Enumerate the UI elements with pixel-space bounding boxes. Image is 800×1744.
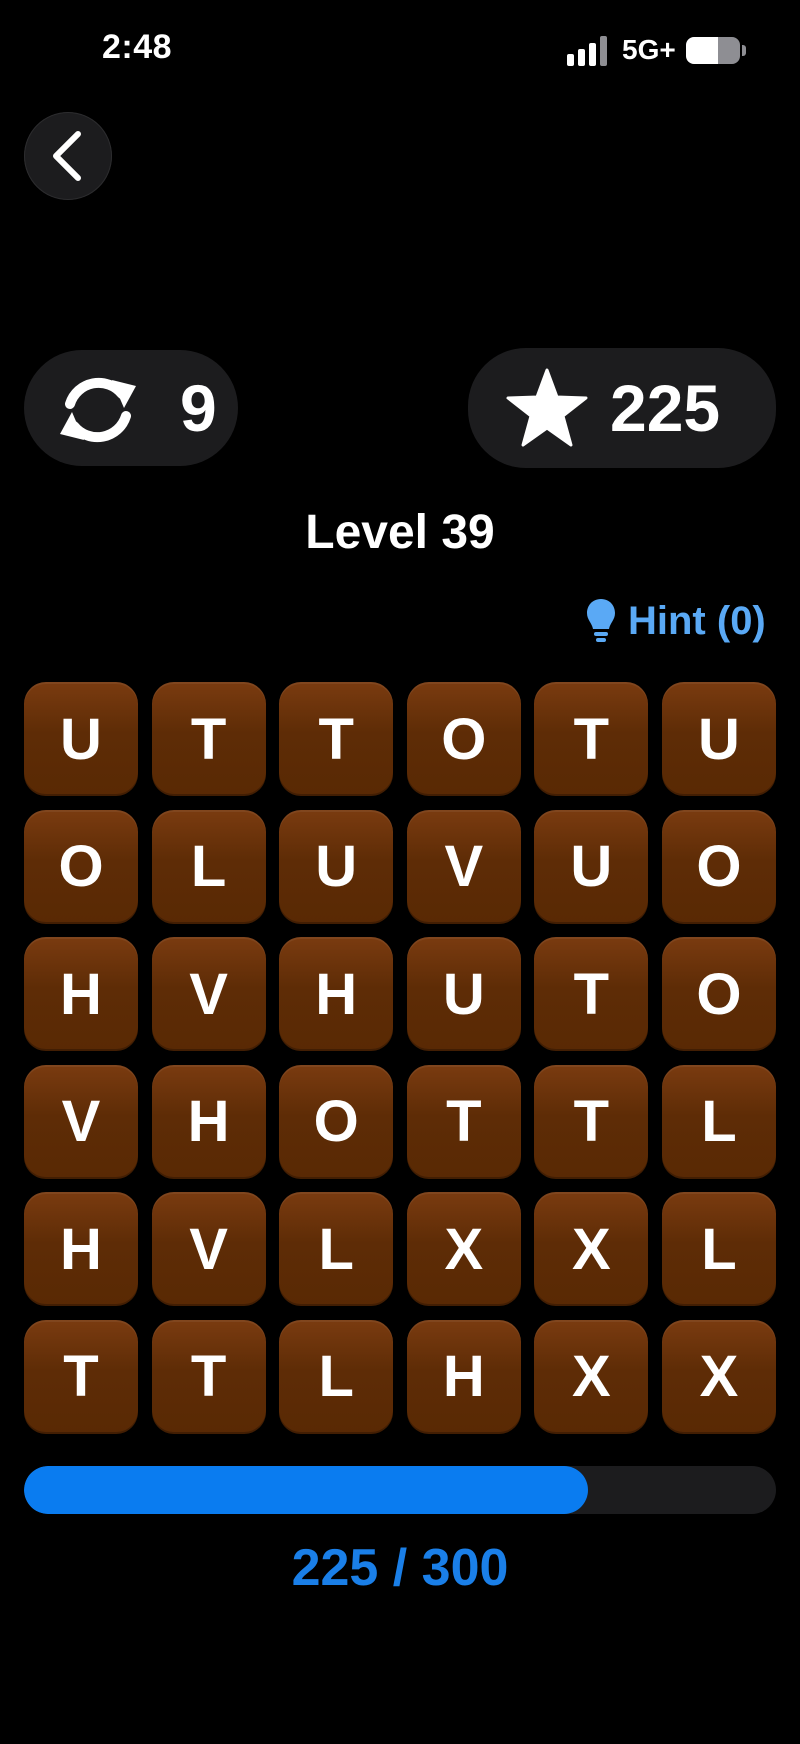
battery-cap	[742, 45, 746, 56]
lightbulb-icon	[587, 599, 615, 642]
hint-button[interactable]: Hint (0)	[586, 598, 766, 644]
letter-tile[interactable]: O	[661, 809, 776, 924]
letter-tile[interactable]: V	[406, 809, 521, 924]
letter-tile[interactable]: T	[534, 937, 649, 1052]
signal-icon	[567, 36, 609, 66]
letter-tile[interactable]: H	[406, 1319, 521, 1434]
letter-tile[interactable]: L	[279, 1319, 394, 1434]
letter-tile[interactable]: T	[279, 682, 394, 796]
star-icon	[506, 368, 588, 447]
letter-tile[interactable]: X	[534, 1319, 649, 1434]
letter-tile[interactable]: H	[24, 1192, 138, 1307]
progress-bar	[24, 1466, 776, 1514]
letter-tile[interactable]: X	[534, 1192, 649, 1307]
letter-tile[interactable]: U	[406, 937, 521, 1052]
letter-tile[interactable]: V	[151, 1192, 266, 1307]
progress-fill	[24, 1466, 588, 1514]
letter-tile[interactable]: X	[406, 1192, 521, 1307]
letter-tile[interactable]: U	[661, 682, 776, 796]
network-label: 5G+	[622, 34, 676, 65]
letter-tile[interactable]: U	[279, 809, 394, 924]
level-title: Level 39	[305, 506, 495, 559]
battery-icon	[686, 37, 740, 64]
status-bar: 2:48 5G+	[0, 0, 800, 100]
letter-tile[interactable]: T	[24, 1319, 138, 1434]
moves-value: 9	[180, 371, 217, 445]
letter-tile[interactable]: H	[151, 1064, 266, 1179]
hint-label: Hint (0)	[628, 598, 766, 643]
letter-tile[interactable]: O	[406, 682, 521, 796]
letter-tile[interactable]: U	[24, 682, 138, 796]
letter-tile[interactable]: U	[534, 809, 649, 924]
letter-tile[interactable]: T	[534, 1064, 649, 1179]
letter-tile[interactable]: V	[24, 1064, 138, 1179]
moves-counter: 9	[24, 350, 238, 466]
letter-tile[interactable]: X	[661, 1319, 776, 1434]
letter-grid: UTTOTUOLUVUOHVHUTOVHOTTLHVLXXLTTLHXX	[24, 682, 776, 1434]
letter-tile[interactable]: T	[151, 1319, 266, 1434]
letter-tile[interactable]: O	[24, 809, 138, 924]
letter-tile[interactable]: L	[661, 1192, 776, 1307]
letter-tile[interactable]: H	[279, 937, 394, 1052]
letter-tile[interactable]: L	[151, 809, 266, 924]
status-time: 2:48	[102, 28, 173, 66]
letter-tile[interactable]: H	[24, 937, 138, 1052]
back-button[interactable]	[24, 112, 112, 200]
score-counter: 225	[468, 348, 776, 468]
letter-tile[interactable]: L	[279, 1192, 394, 1307]
letter-tile[interactable]: O	[279, 1064, 394, 1179]
letter-tile[interactable]: T	[151, 682, 266, 796]
letter-tile[interactable]: O	[661, 937, 776, 1052]
letter-tile[interactable]: L	[661, 1064, 776, 1179]
letter-tile[interactable]: T	[534, 682, 649, 796]
refresh-icon	[60, 377, 136, 443]
chevron-left-icon	[53, 131, 81, 181]
letter-tile[interactable]: T	[406, 1064, 521, 1179]
letter-tile[interactable]: V	[151, 937, 266, 1052]
score-value: 225	[610, 371, 721, 445]
progress-label: 225 / 300	[291, 1539, 509, 1597]
